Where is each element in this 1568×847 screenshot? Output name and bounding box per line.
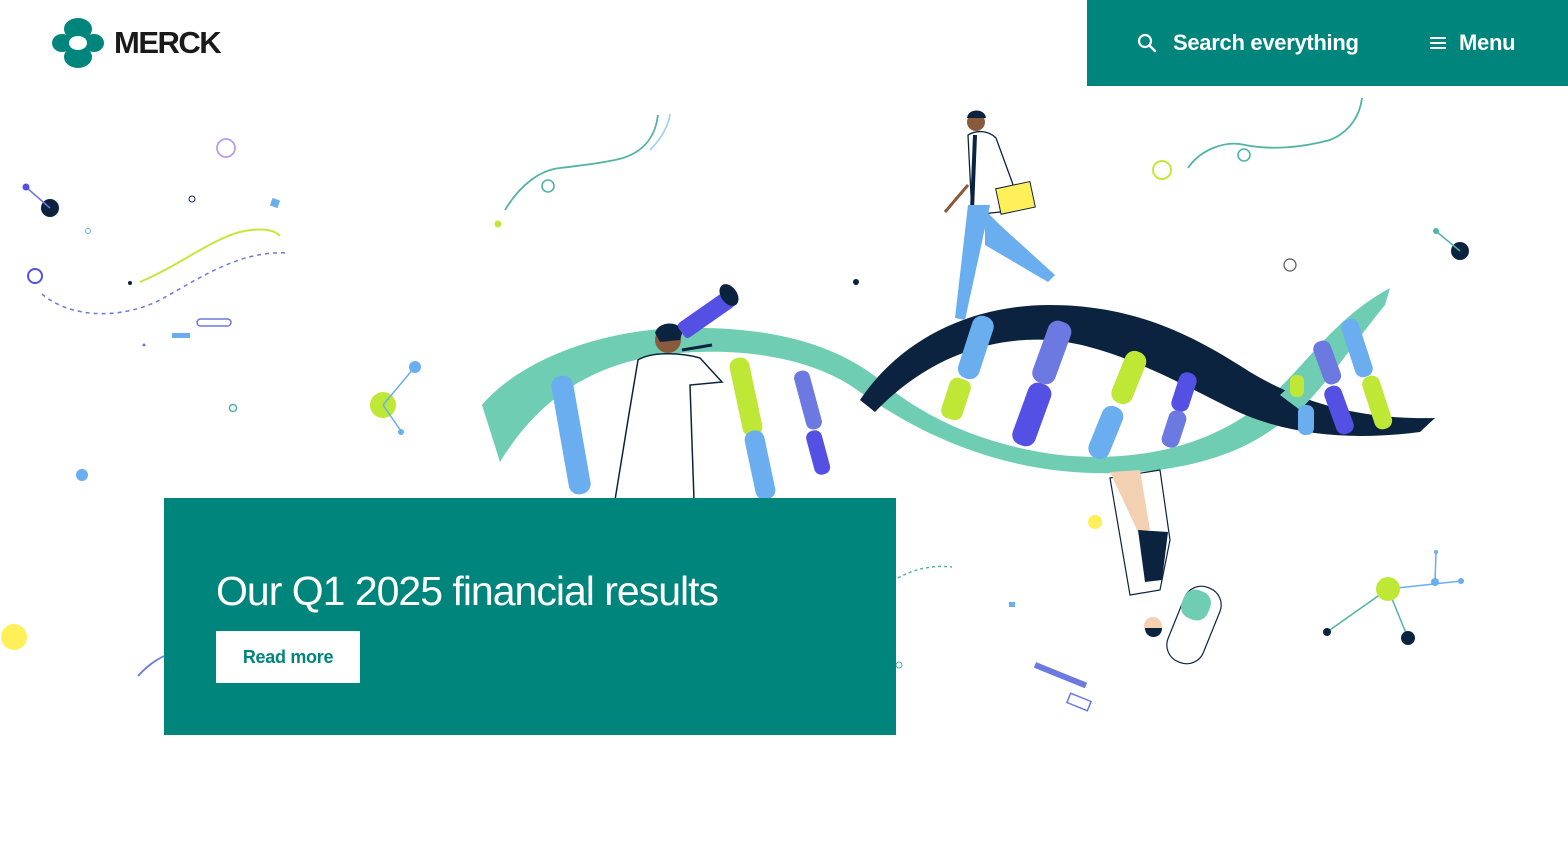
read-more-button[interactable]: Read more — [216, 631, 360, 683]
menu-label: Menu — [1459, 30, 1516, 55]
brand-wordmark: MERCK — [114, 25, 222, 60]
header-action-bar: Search everything Menu — [1087, 0, 1568, 86]
hero-title: Our Q1 2025 financial results — [216, 568, 719, 614]
hero-card: Our Q1 2025 financial results Read more — [164, 498, 896, 735]
menu-button[interactable]: Menu — [1429, 0, 1516, 86]
hamburger-icon — [1430, 37, 1446, 49]
search-button[interactable]: Search everything — [1137, 0, 1359, 86]
search-label: Search everything — [1173, 30, 1359, 55]
search-icon — [1137, 33, 1157, 53]
merck-logo[interactable]: MERCK — [52, 17, 222, 69]
merck-logo-icon — [52, 18, 104, 68]
